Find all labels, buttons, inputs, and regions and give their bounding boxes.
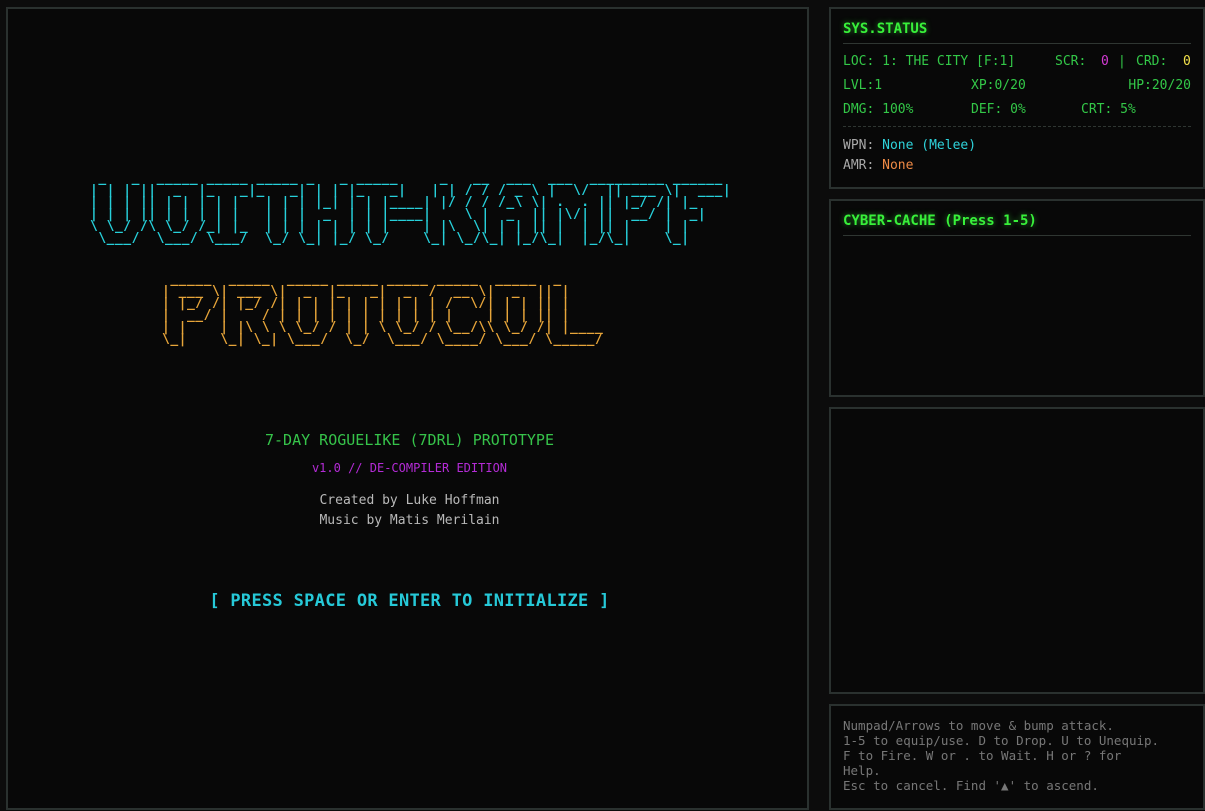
- crit-readout: CRT: 5%: [1081, 102, 1136, 117]
- weapon-label: WPN:: [843, 138, 875, 153]
- status-panel: SYS.STATUS LOC: 1: THE CITY [F:1] SCR: 0…: [829, 7, 1205, 189]
- credits: Created by Luke Hoffman Music by Matis M…: [8, 491, 811, 531]
- version-label: v1.0 // DE-COMPILER EDITION: [311, 461, 508, 475]
- credits-label: CRD:: [1136, 54, 1168, 69]
- score-value: 0: [1101, 54, 1109, 69]
- title-logo-voidkampf: _ _ _____ _____ _____ _ _ _____ _ __ ___…: [90, 171, 732, 246]
- location-readout: LOC: 1: THE CITY [F:1]: [843, 54, 1016, 69]
- score-label: SCR:: [1055, 54, 1087, 69]
- credit-music: Music by Matis Merilain: [319, 513, 500, 528]
- status-row-location: LOC: 1: THE CITY [F:1] SCR: 0 | CRD: 0: [843, 54, 1191, 72]
- game-viewport[interactable]: _ _ _____ _____ _____ _ _ _____ _ __ ___…: [6, 7, 809, 810]
- controls-help-text: Numpad/Arrows to move & bump attack. 1-5…: [843, 718, 1160, 793]
- score-credits-separator: |: [1118, 54, 1126, 69]
- message-log-panel: [829, 407, 1205, 694]
- level-readout: LVL:1: [843, 78, 883, 93]
- title-logo-protocol: _____ _____ _____ _____ _____ _____ ____…: [162, 272, 604, 347]
- defense-readout: DEF: 0%: [971, 102, 1026, 117]
- status-title: SYS.STATUS: [843, 21, 1191, 44]
- hp-readout: HP:20/20: [1128, 78, 1191, 93]
- credits-value: 0: [1183, 54, 1191, 69]
- xp-readout: XP:0/20: [971, 78, 1026, 93]
- weapon-value: None (Melee): [882, 138, 977, 153]
- help-panel: Numpad/Arrows to move & bump attack. 1-5…: [829, 704, 1205, 810]
- damage-readout: DMG: 100%: [843, 102, 914, 117]
- armor-value: None: [882, 158, 914, 173]
- weapon-slot: WPN: None (Melee): [843, 138, 976, 153]
- armor-slot: AMR: None: [843, 158, 913, 173]
- status-divider: [843, 126, 1191, 127]
- status-row-level: LVL:1 XP:0/20 HP:20/20: [843, 78, 1191, 96]
- status-row-combat: DMG: 100% DEF: 0% CRT: 5%: [843, 102, 1191, 120]
- credit-author: Created by Luke Hoffman: [319, 493, 500, 508]
- game-subtitle: 7-DAY ROGUELIKE (7DRL) PROTOTYPE: [265, 431, 554, 449]
- start-prompt[interactable]: [ PRESS SPACE OR ENTER TO INITIALIZE ]: [8, 591, 811, 611]
- armor-label: AMR:: [843, 158, 875, 173]
- inventory-title: CYBER-CACHE (Press 1-5): [843, 213, 1191, 236]
- inventory-panel[interactable]: CYBER-CACHE (Press 1-5): [829, 199, 1205, 397]
